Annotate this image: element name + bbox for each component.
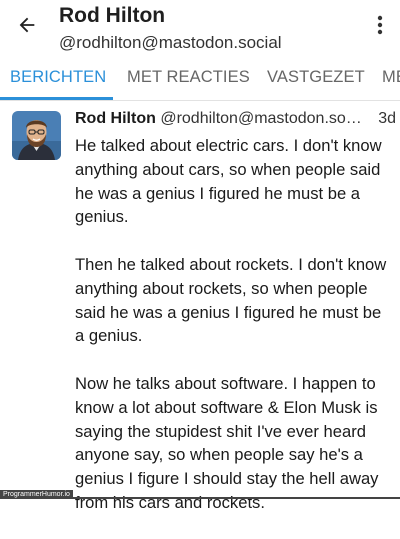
tab-met-reacties[interactable]: MET REACTIES: [127, 68, 250, 87]
profile-tabs: BERICHTEN MET REACTIES VASTGEZET ME: [0, 62, 400, 101]
status-post[interactable]: Rod Hilton @rodhilton@mastodon.so… 3d He…: [0, 101, 400, 512]
post-paragraph: Now he talks about software. I happen to…: [75, 373, 379, 512]
more-options-button[interactable]: [370, 10, 390, 40]
profile-handle: @rodhilton@mastodon.social: [59, 33, 282, 52]
post-content: He talked about electric cars. I don't k…: [75, 134, 395, 539]
post-timestamp: 3d: [378, 110, 396, 127]
post-paragraph: Then he talked about rockets. I don't kn…: [75, 254, 387, 346]
profile-name: Rod Hilton: [59, 4, 166, 27]
tab-berichten[interactable]: BERICHTEN: [10, 68, 106, 87]
active-tab-indicator: [0, 97, 113, 100]
post-handle[interactable]: @rodhilton@mastodon.so…: [160, 110, 361, 127]
watermark: ProgrammerHumor.io: [0, 490, 73, 499]
arrow-left-icon: [19, 17, 35, 33]
post-author[interactable]: Rod Hilton: [75, 110, 156, 127]
more-vertical-icon: [377, 15, 383, 35]
tab-more[interactable]: ME: [382, 68, 400, 87]
tab-vastgezet[interactable]: VASTGEZET: [267, 68, 365, 87]
avatar[interactable]: [12, 111, 61, 160]
profile-header: Rod Hilton @rodhilton@mastodon.social: [0, 0, 400, 62]
back-button[interactable]: [10, 8, 44, 42]
post-paragraph: He talked about electric cars. I don't k…: [75, 136, 382, 227]
post-header: Rod Hilton @rodhilton@mastodon.so…: [75, 110, 395, 128]
